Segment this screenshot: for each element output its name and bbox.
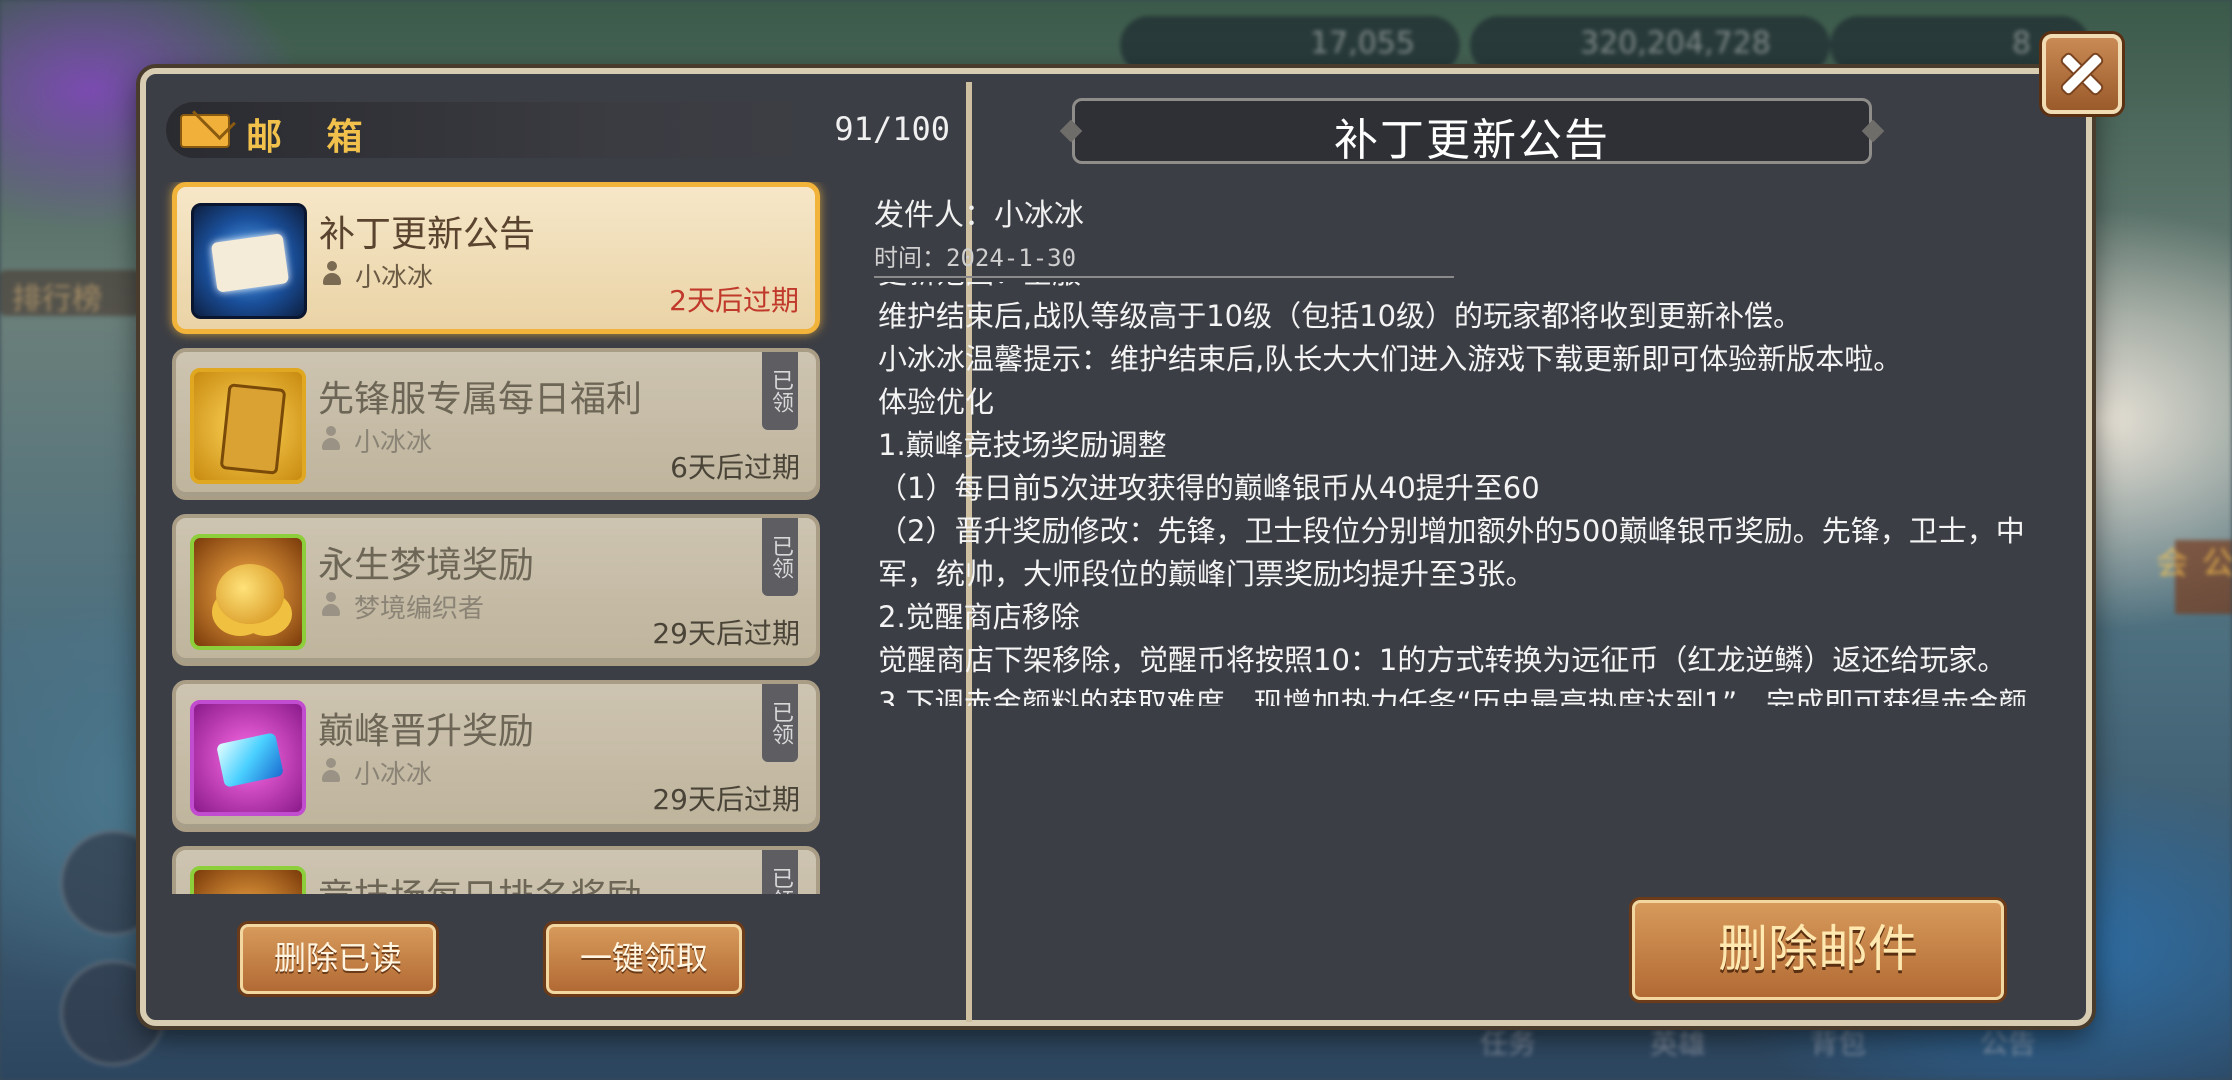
gems-icon xyxy=(190,700,306,816)
person-icon xyxy=(323,261,341,285)
meta-divider xyxy=(874,276,1454,278)
coin-bag-icon xyxy=(190,866,306,894)
mail-expiry: 2天后过期 xyxy=(669,284,799,317)
mail-item[interactable]: 竞技场每日排名奖励 已领 xyxy=(172,846,820,894)
body-line: 小冰冰温馨提示：维护结束后,队长大大们进入游戏下载更新即可体验新版本啦。 xyxy=(878,342,1903,376)
mail-sender: 小冰冰 xyxy=(355,263,434,293)
claimed-tag: 已领 xyxy=(762,850,798,894)
mail-item[interactable]: 永生梦境奖励 梦境编织者 29天后过期 已领 xyxy=(172,514,820,666)
delete-mail-button[interactable]: 删除邮件 xyxy=(1632,900,2004,1000)
mail-list[interactable]: 补丁更新公告 小冰冰 2天后过期 先锋服专属每日福利 小冰冰 6天后过期 已领 … xyxy=(158,182,966,894)
energy-value: 8 xyxy=(2012,26,2032,61)
envelope-icon xyxy=(191,203,307,319)
bottom-nav-quest: 任务 xyxy=(1480,1027,1537,1060)
mail-subject: 永生梦境奖励 xyxy=(318,545,535,586)
claim-all-button[interactable]: 一键领取 xyxy=(546,924,742,994)
mailbox-dialog: 邮 箱 91/100 补丁更新公告 小冰冰 2天后过期 先锋服专属每日福利 小冰… xyxy=(140,68,2092,1026)
person-icon xyxy=(322,426,340,450)
mail-count: 91/100 xyxy=(834,110,950,148)
rank-button: 排行榜 xyxy=(0,270,140,317)
delete-read-button[interactable]: 删除已读 xyxy=(240,924,436,994)
body-line: 3.下调赤金颜料的获取难度，现增加热力任务“历史最高热度达到1”，完成即可获得赤… xyxy=(878,686,2028,706)
mail-title: 补丁更新公告 xyxy=(1334,115,1610,166)
bottom-nav-notice: 公告 xyxy=(1980,1027,2037,1060)
person-icon xyxy=(322,592,340,616)
claimed-tag: 已领 xyxy=(762,352,798,430)
mail-expiry: 6天后过期 xyxy=(670,451,800,484)
envelope-icon xyxy=(180,114,230,148)
mail-sender: 小冰冰 xyxy=(354,760,433,790)
mail-expiry: 29天后过期 xyxy=(652,617,800,650)
mail-time-line: 时间：2024-1-30 xyxy=(874,244,1077,272)
mail-subject: 竞技场每日排名奖励 xyxy=(318,868,642,894)
mail-item[interactable]: 先锋服专属每日福利 小冰冰 6天后过期 已领 xyxy=(172,348,820,500)
mailbox-header: 邮 箱 xyxy=(166,102,816,158)
body-line: （2）晋升奖励修改：先锋，卫士段位分别增加额外的500巅峰银币奖励。先锋，卫士，… xyxy=(878,514,2025,591)
mail-body[interactable]: 更新范围：全服 维护结束后,战队等级高于10级（包括10级）的玩家都将收到更新补… xyxy=(878,282,2068,706)
close-icon[interactable] xyxy=(2042,34,2122,114)
mail-sender-line: 发件人：小冰冰 xyxy=(874,198,1084,233)
mailbox-title: 邮 箱 xyxy=(246,117,379,158)
coin-bag-icon xyxy=(190,534,306,650)
guild-button: 公会 xyxy=(2151,540,2232,614)
person-icon xyxy=(322,758,340,782)
body-line: 1.巅峰竞技场奖励调整 xyxy=(878,428,1167,462)
mail-list-panel: 邮 箱 91/100 补丁更新公告 小冰冰 2天后过期 先锋服专属每日福利 小冰… xyxy=(158,86,966,1016)
body-line: 2.觉醒商店移除 xyxy=(878,600,1080,634)
mail-item[interactable]: 补丁更新公告 小冰冰 2天后过期 xyxy=(172,182,820,334)
diamond-value: 17,055 xyxy=(1310,26,1415,61)
mail-sender: 梦境编织者 xyxy=(354,594,485,624)
body-line: 维护结束后,战队等级高于10级（包括10级）的玩家都将收到更新补偿。 xyxy=(878,299,1803,333)
body-line: （1）每日前5次进攻获得的巅峰银币从40提升至60 xyxy=(878,471,1540,505)
body-line: 更新范围：全服 xyxy=(878,282,2068,295)
mail-subject: 巅峰晋升奖励 xyxy=(318,711,535,752)
claimed-tag: 已领 xyxy=(762,684,798,762)
bottom-nav-bag: 背包 xyxy=(1810,1027,1867,1060)
mail-item[interactable]: 巅峰晋升奖励 小冰冰 29天后过期 已领 xyxy=(172,680,820,832)
gold-value: 320,204,728 xyxy=(1580,26,1771,61)
mail-subject: 先锋服专属每日福利 xyxy=(318,379,643,420)
mail-sender: 小冰冰 xyxy=(354,428,433,458)
mail-expiry: 29天后过期 xyxy=(652,783,800,816)
card-icon xyxy=(190,368,306,484)
claimed-tag: 已领 xyxy=(762,518,798,596)
bottom-nav-heroes: 英雄 xyxy=(1650,1027,1707,1060)
body-line: 体验优化 xyxy=(878,385,995,419)
body-line: 觉醒商店下架移除，觉醒币将按照10：1的方式转换为远征币（红龙逆鳞）返还给玩家。 xyxy=(878,643,2007,677)
mail-subject: 补丁更新公告 xyxy=(319,214,536,255)
